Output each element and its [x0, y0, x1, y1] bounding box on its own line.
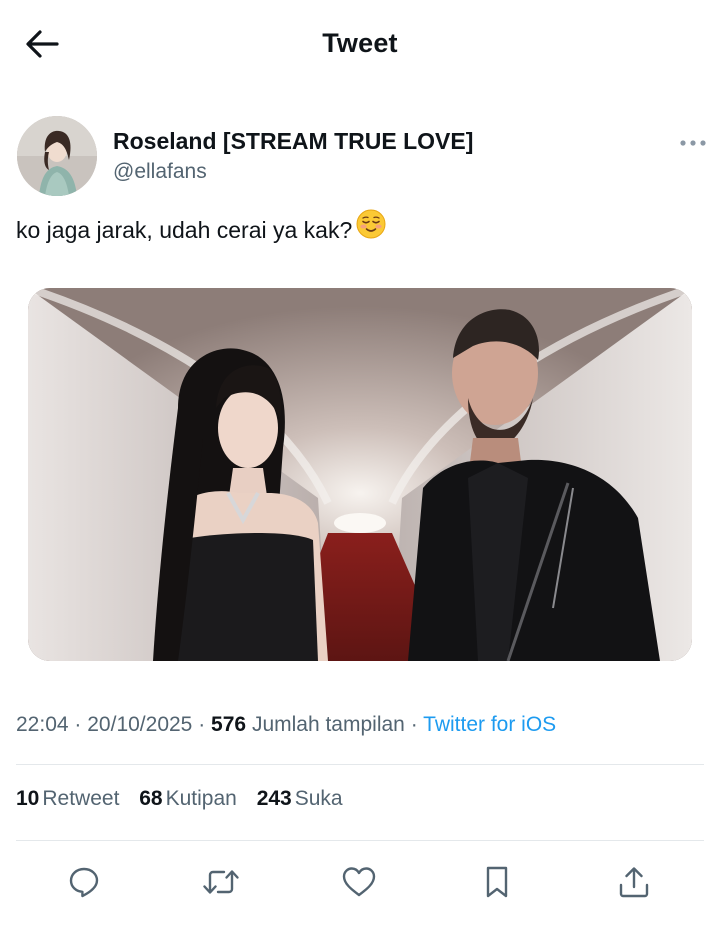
likes-count: 243 [256, 787, 292, 810]
photo [28, 288, 692, 661]
top-bar: Tweet [0, 0, 720, 90]
relieved-face-emoji-icon [356, 209, 386, 249]
avatar[interactable] [17, 116, 97, 196]
bookmark-button[interactable] [477, 862, 517, 902]
meta-separator: · [410, 713, 418, 736]
tweet-source-link[interactable]: Twitter for iOS [423, 713, 556, 736]
tweet-text-content: ko jaga jarak, udah cerai ya kak? [16, 217, 353, 244]
tweet-text: ko jaga jarak, udah cerai ya kak? [16, 209, 386, 252]
retweet-button[interactable] [201, 862, 241, 902]
user-handle[interactable]: @ellafans [113, 160, 207, 184]
meta-separator: · [74, 713, 82, 736]
share-icon [619, 867, 649, 898]
retweet-icon [203, 870, 239, 894]
retweets-stat[interactable]: 10 Retweet [16, 787, 119, 810]
share-button[interactable] [614, 862, 654, 902]
page-title: Tweet [322, 28, 398, 58]
more-horizontal-icon [680, 140, 706, 146]
avatar-image [17, 116, 97, 196]
divider [16, 840, 704, 841]
views-label: Jumlah tampilan [251, 713, 405, 736]
tweet-meta: 22:04 · 20/10/2025 · 576 Jumlah tampilan… [16, 713, 556, 737]
divider [16, 764, 704, 765]
tweet-date: 20/10/2025 [87, 713, 193, 736]
retweets-count: 10 [16, 787, 40, 810]
meta-separator: · [198, 713, 206, 736]
likes-label: Suka [294, 787, 343, 810]
views-count: 576 [211, 713, 247, 736]
bookmark-icon [486, 866, 508, 898]
retweets-label: Retweet [42, 787, 120, 810]
likes-stat[interactable]: 243 Suka [257, 787, 343, 810]
tweet-stats: 10 Retweet 68 Kutipan 243 Suka [16, 787, 357, 811]
quotes-label: Kutipan [165, 787, 237, 810]
reply-icon [69, 867, 99, 898]
reply-button[interactable] [64, 862, 104, 902]
tweet-media-photo[interactable] [28, 288, 692, 661]
like-button[interactable] [339, 862, 379, 902]
tweet-time: 22:04 [16, 713, 69, 736]
more-options-button[interactable] [676, 132, 710, 154]
quotes-count: 68 [139, 787, 163, 810]
quotes-stat[interactable]: 68 Kutipan [139, 787, 237, 810]
display-name[interactable]: Roseland [STREAM TRUE LOVE] [113, 128, 473, 155]
like-icon [342, 867, 376, 897]
